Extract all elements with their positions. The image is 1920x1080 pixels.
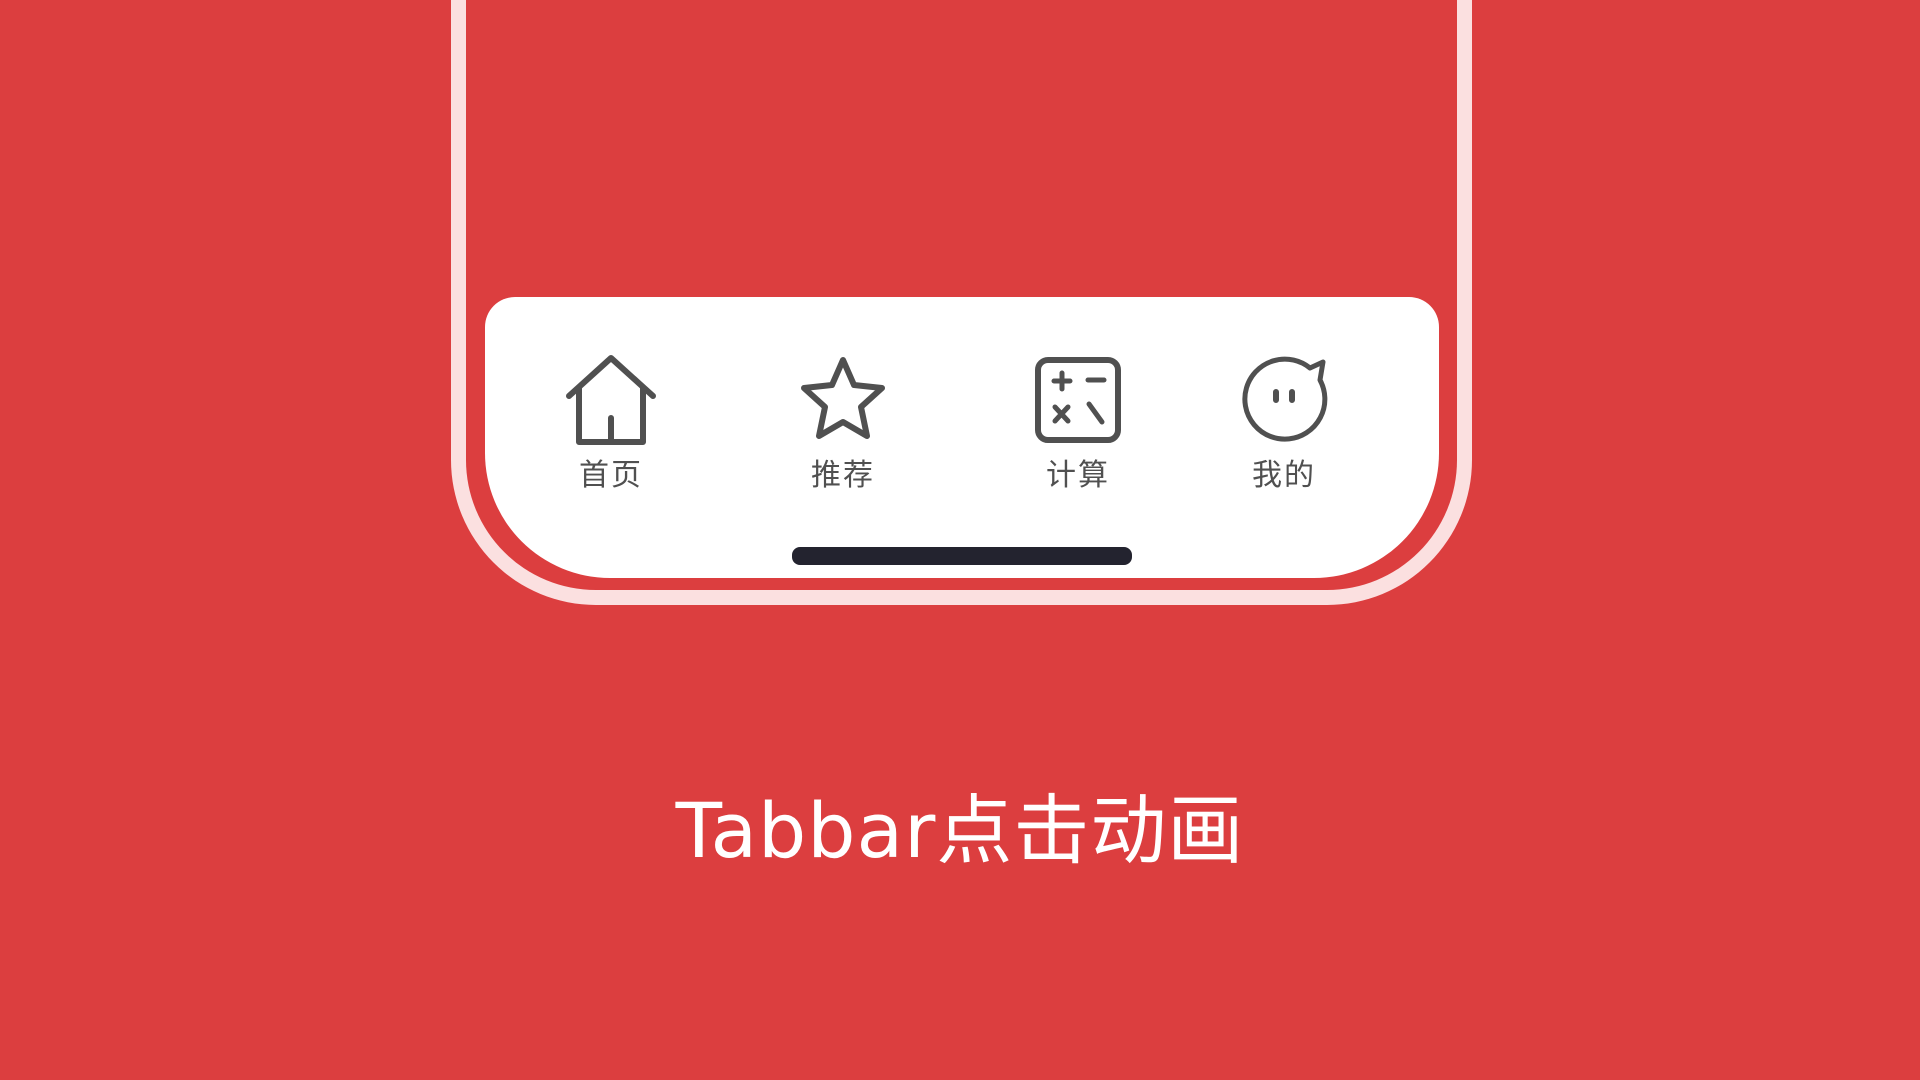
tab-recommend[interactable]: 推荐 [768, 352, 918, 502]
star-icon [795, 352, 891, 448]
calculator-icon [1030, 352, 1126, 448]
tab-mine-label: 我的 [1252, 458, 1316, 493]
tab-home[interactable]: 首页 [536, 352, 686, 502]
home-icon [563, 352, 659, 448]
caption-title: Tabbar点击动画 [675, 786, 1245, 875]
tab-bar: 首页 推荐 计算 我的 [485, 297, 1439, 578]
tab-calculate[interactable]: 计算 [1003, 352, 1153, 502]
tab-calculate-label: 计算 [1046, 458, 1110, 493]
tab-mine[interactable]: 我的 [1209, 352, 1359, 502]
tab-home-label: 首页 [579, 458, 643, 493]
tab-recommend-label: 推荐 [811, 458, 875, 493]
face-chat-icon [1236, 352, 1332, 448]
home-indicator [792, 547, 1132, 565]
